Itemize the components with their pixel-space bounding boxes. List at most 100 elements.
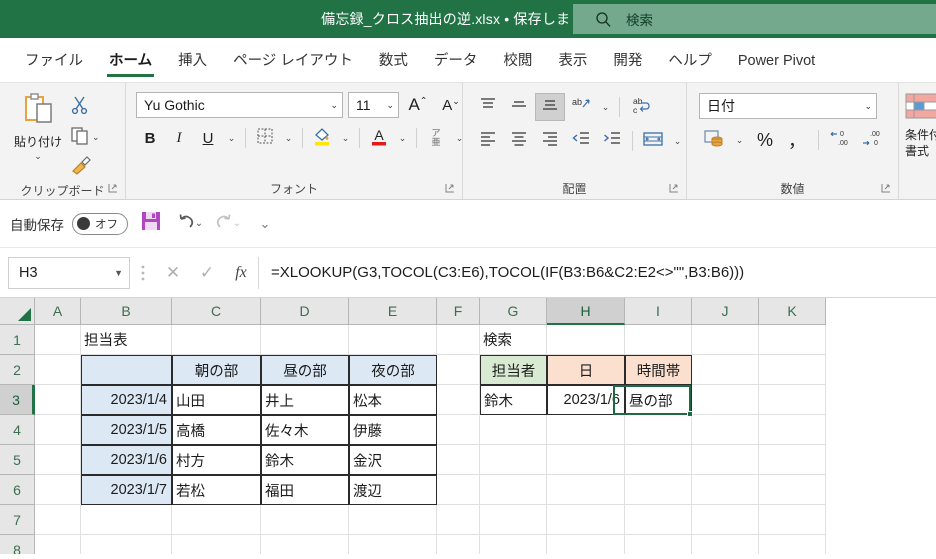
cell-C2[interactable]: 朝の部	[172, 355, 261, 385]
chevron-down-icon[interactable]: ⌄	[330, 100, 338, 111]
cell-A8[interactable]	[35, 535, 81, 554]
cell-B7[interactable]	[81, 505, 172, 535]
chevron-down-icon[interactable]: ⌄	[34, 151, 42, 162]
percent-style-button[interactable]: %	[750, 126, 780, 154]
cell-C4[interactable]: 高橋	[172, 415, 261, 445]
cell-H7[interactable]	[547, 505, 625, 535]
cell-E2[interactable]: 夜の部	[349, 355, 437, 385]
align-right-button[interactable]	[535, 127, 565, 155]
alignment-dialog-launcher[interactable]	[669, 183, 680, 194]
cell-H4[interactable]	[547, 415, 625, 445]
number-dialog-launcher[interactable]	[881, 183, 892, 194]
formula-input[interactable]: =XLOOKUP(G3,TOCOL(C3:E6),TOCOL(IF(B3:B6&…	[258, 256, 928, 289]
cell-K7[interactable]	[759, 505, 826, 535]
font-dialog-launcher[interactable]	[445, 183, 456, 194]
autosave-toggle[interactable]: オフ	[72, 212, 128, 235]
cell-G6[interactable]	[480, 475, 547, 505]
column-header-c[interactable]: C	[172, 298, 261, 325]
tab-view[interactable]: 表示	[545, 38, 600, 82]
column-header-b[interactable]: B	[81, 298, 172, 325]
cell-H8[interactable]	[547, 535, 625, 554]
cell-I2[interactable]: 時間帯	[625, 355, 692, 385]
cell-F6[interactable]	[437, 475, 480, 505]
cell-E7[interactable]	[349, 505, 437, 535]
underline-button[interactable]: U	[194, 124, 222, 152]
cell-F8[interactable]	[437, 535, 480, 554]
orientation-button[interactable]: ab	[566, 93, 596, 121]
italic-button[interactable]: I	[165, 124, 193, 152]
cell-F4[interactable]	[437, 415, 480, 445]
cell-J6[interactable]	[692, 475, 759, 505]
cell-K6[interactable]	[759, 475, 826, 505]
cell-B2[interactable]	[81, 355, 172, 385]
cell-H2[interactable]: 日	[547, 355, 625, 385]
tab-help[interactable]: ヘルプ	[655, 38, 725, 82]
cell-E8[interactable]	[349, 535, 437, 554]
cell-I4[interactable]	[625, 415, 692, 445]
align-middle-button[interactable]	[504, 93, 534, 121]
row-header-2[interactable]: 2	[0, 355, 35, 385]
fill-color-dropdown[interactable]: ⌄	[337, 124, 354, 152]
cell-I5[interactable]	[625, 445, 692, 475]
cell-E1[interactable]	[349, 325, 437, 355]
cell-J1[interactable]	[692, 325, 759, 355]
cell-K4[interactable]	[759, 415, 826, 445]
cell-J7[interactable]	[692, 505, 759, 535]
column-header-d[interactable]: D	[261, 298, 349, 325]
tab-developer[interactable]: 開発	[600, 38, 655, 82]
cell-D3[interactable]: 井上	[261, 385, 349, 415]
cell-C8[interactable]	[172, 535, 261, 554]
accounting-format-button[interactable]	[699, 126, 729, 154]
cell-J2[interactable]	[692, 355, 759, 385]
cell-D4[interactable]: 佐々木	[261, 415, 349, 445]
cell-A4[interactable]	[35, 415, 81, 445]
cell-H3[interactable]: 2023/1/6	[547, 385, 625, 415]
cell-I3[interactable]: 昼の部	[625, 385, 692, 415]
cell-G8[interactable]	[480, 535, 547, 554]
tab-review[interactable]: 校閲	[490, 38, 545, 82]
row-header-5[interactable]: 5	[0, 445, 35, 475]
cell-A2[interactable]	[35, 355, 81, 385]
merge-cells-dropdown[interactable]: ⌄	[669, 127, 686, 155]
cell-C5[interactable]: 村方	[172, 445, 261, 475]
cell-E5[interactable]: 金沢	[349, 445, 437, 475]
cell-F2[interactable]	[437, 355, 480, 385]
cell-I8[interactable]	[625, 535, 692, 554]
tab-formulas[interactable]: 数式	[366, 38, 421, 82]
cell-A5[interactable]	[35, 445, 81, 475]
column-header-k[interactable]: K	[759, 298, 826, 325]
column-header-e[interactable]: E	[349, 298, 437, 325]
cell-B3[interactable]: 2023/1/4	[81, 385, 172, 415]
cell-C7[interactable]	[172, 505, 261, 535]
cell-B6[interactable]: 2023/1/7	[81, 475, 172, 505]
cell-F3[interactable]	[437, 385, 480, 415]
cell-A1[interactable]	[35, 325, 81, 355]
select-all-button[interactable]	[0, 298, 35, 325]
cell-C1[interactable]	[172, 325, 261, 355]
format-painter-button[interactable]	[70, 153, 100, 181]
chevron-down-icon[interactable]: ⌄	[92, 132, 100, 143]
cell-J4[interactable]	[692, 415, 759, 445]
wrap-text-button[interactable]: ab c	[625, 93, 655, 121]
undo-button[interactable]: ⌄	[174, 209, 204, 239]
row-header-8[interactable]: 8	[0, 535, 35, 554]
chevron-down-icon[interactable]: ⌄	[386, 100, 394, 111]
chevron-down-icon[interactable]: ▼	[114, 268, 123, 278]
cell-F5[interactable]	[437, 445, 480, 475]
enter-button[interactable]: ✓	[190, 257, 224, 289]
cell-J5[interactable]	[692, 445, 759, 475]
cell-G3[interactable]: 鈴木	[480, 385, 547, 415]
number-format-select[interactable]: 日付 ⌄	[699, 93, 877, 119]
column-header-g[interactable]: G	[480, 298, 547, 325]
decrease-decimal-button[interactable]: .00 0	[857, 126, 887, 154]
paste-button[interactable]: 貼り付け ⌄	[8, 89, 68, 162]
font-color-dropdown[interactable]: ⌄	[394, 124, 411, 152]
row-header-7[interactable]: 7	[0, 505, 35, 535]
cell-K5[interactable]	[759, 445, 826, 475]
search-input[interactable]: 検索	[573, 4, 936, 34]
tab-home[interactable]: ホーム	[96, 38, 165, 82]
cell-B4[interactable]: 2023/1/5	[81, 415, 172, 445]
accounting-format-dropdown[interactable]: ⌄	[731, 126, 748, 154]
cell-G1[interactable]: 検索	[480, 325, 547, 355]
row-header-6[interactable]: 6	[0, 475, 35, 505]
